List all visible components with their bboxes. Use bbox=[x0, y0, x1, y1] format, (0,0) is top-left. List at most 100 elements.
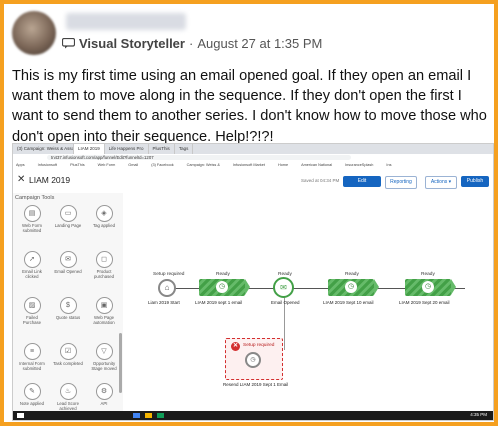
tool-tag-applied[interactable]: ◈ Tag applied bbox=[89, 205, 119, 228]
ready-label: Ready bbox=[345, 272, 359, 277]
tool-web-form[interactable]: ▤ Web Form submitted bbox=[17, 205, 47, 233]
publish-button[interactable]: Publish bbox=[461, 176, 489, 187]
bookmark[interactable]: Apps bbox=[13, 162, 25, 169]
goal-label: Email Opened bbox=[271, 300, 300, 305]
browser-tab[interactable]: PlusThis bbox=[149, 144, 175, 154]
web-page-icon: ▣ bbox=[95, 297, 113, 314]
app-icon[interactable] bbox=[157, 413, 164, 418]
failed-purchase-icon: ▨ bbox=[23, 297, 41, 314]
campaign-canvas[interactable]: Setup required ⌂ Liam 2019 Start Ready ◷… bbox=[123, 193, 493, 411]
tool-email-link[interactable]: ➚ Email Link clicked bbox=[17, 251, 47, 279]
chrome-icon[interactable] bbox=[133, 413, 140, 418]
tool-label: Email Opened bbox=[54, 269, 82, 274]
browser-tab-active[interactable]: LIAM 2019 bbox=[74, 144, 105, 154]
bookmark[interactable]: Home bbox=[275, 162, 288, 169]
connector-line bbox=[284, 290, 285, 350]
clock-icon: ◷ bbox=[245, 352, 261, 368]
campaign-tools-panel: Campaign Tools ▤ Web Form submitted ▭ Land… bbox=[13, 193, 124, 411]
bookmark[interactable]: Ins bbox=[383, 162, 391, 169]
browser-tab[interactable]: Tags bbox=[175, 144, 194, 154]
attached-screenshot[interactable]: (3) Campaign: Weiss & Associ LIAM 2019 L… bbox=[12, 143, 494, 421]
browser-tab[interactable]: Life Happens Pro bbox=[105, 144, 149, 154]
ready-label: Ready bbox=[421, 272, 435, 277]
panel-title: Campaign Tools bbox=[15, 195, 55, 201]
note-icon: ✎ bbox=[23, 383, 41, 400]
tool-quote-status[interactable]: $ Quote status bbox=[53, 297, 83, 320]
speech-bubble-icon bbox=[62, 38, 75, 49]
reporting-button[interactable]: Reporting bbox=[385, 176, 417, 189]
sequence-node-3[interactable]: ◷ bbox=[405, 279, 456, 296]
tool-label: Landing Page bbox=[54, 223, 82, 228]
tool-web-page[interactable]: ▣ Web Page automation bbox=[89, 297, 119, 325]
avatar[interactable] bbox=[12, 11, 56, 55]
error-icon: ✕ bbox=[231, 342, 240, 351]
landing-page-icon: ▭ bbox=[59, 205, 77, 222]
actions-button[interactable]: Actions ▾ bbox=[425, 176, 457, 189]
edit-button[interactable]: Edit bbox=[343, 176, 381, 187]
tool-label: Email Link clicked bbox=[22, 269, 42, 279]
tool-task-completed[interactable]: ☑ Task completed bbox=[53, 343, 83, 366]
setup-required-label: Setup required bbox=[153, 272, 185, 277]
arrow-shape bbox=[245, 279, 250, 295]
tool-note-applied[interactable]: ✎ Note applied bbox=[17, 383, 47, 406]
bookmark[interactable]: Infusionsoft bbox=[35, 162, 57, 169]
bookmark[interactable]: Gmail bbox=[125, 162, 138, 169]
bookmark[interactable]: (3) Facebook bbox=[148, 162, 173, 169]
envelope-icon[interactable]: ✉ bbox=[273, 277, 294, 298]
tool-label: Task completed bbox=[53, 361, 83, 366]
clock-icon: ◷ bbox=[216, 281, 228, 293]
sequence-label-3: LIAM 2019 Sept 20 email bbox=[399, 300, 450, 305]
bookmark[interactable]: InsuranceSplash bbox=[342, 162, 373, 169]
post-body: This is my first time using an email ope… bbox=[12, 68, 487, 145]
tool-label: Opportunity Stage moved bbox=[91, 361, 117, 371]
resend-label: Resend LIAM 2019 Sept 1 Email bbox=[223, 382, 289, 387]
post-timestamp[interactable]: August 27 at 1:35 PM bbox=[197, 36, 322, 51]
url-text[interactable]: tn437.infusionsoft.com/app/funnel/Edit?f… bbox=[47, 155, 351, 160]
bookmark[interactable]: Web Form bbox=[95, 162, 116, 169]
tool-label: Tag applied bbox=[93, 223, 115, 228]
sequence-node-2[interactable]: ◷ bbox=[328, 279, 379, 296]
close-icon[interactable]: ✕ bbox=[17, 174, 25, 185]
dollar-icon: $ bbox=[59, 297, 77, 314]
tool-label: Internal Form submitted bbox=[19, 361, 45, 371]
post-card: Visual Storyteller · August 27 at 1:35 P… bbox=[4, 4, 494, 422]
meta-separator: · bbox=[188, 36, 194, 51]
bookmark[interactable]: American National bbox=[298, 162, 332, 169]
folder-icon[interactable] bbox=[145, 413, 152, 418]
tool-label: Product purchased bbox=[93, 269, 115, 279]
clock-icon: ◷ bbox=[422, 281, 434, 293]
taskbar-clock[interactable]: 4:35 PM bbox=[470, 412, 487, 417]
form-icon: ≡ bbox=[23, 343, 41, 360]
arrow-shape bbox=[374, 279, 379, 295]
tool-api[interactable]: ⚙ API bbox=[89, 383, 119, 406]
tool-label: Web Form submitted bbox=[22, 223, 42, 233]
cart-icon: ◻ bbox=[95, 251, 113, 268]
bookmark[interactable]: Campaign: Weiss & bbox=[184, 162, 220, 169]
tool-internal-form[interactable]: ≡ Internal Form submitted bbox=[17, 343, 47, 371]
tool-email-opened[interactable]: ✉ Email Opened bbox=[53, 251, 83, 274]
clock-icon: ◷ bbox=[345, 281, 357, 293]
tool-failed-purchase[interactable]: ▨ Failed Purchase bbox=[17, 297, 47, 325]
sequence-label-1: LIAM 2019 sept 1 email bbox=[195, 300, 243, 305]
tool-label: Quote status bbox=[55, 315, 81, 320]
panel-scrollbar[interactable] bbox=[119, 333, 122, 393]
campaign-title: LIAM 2019 bbox=[29, 175, 71, 185]
flame-icon: ♨ bbox=[59, 383, 77, 400]
start-label: Liam 2019 Start bbox=[148, 300, 180, 305]
tool-landing-page[interactable]: ▭ Landing Page bbox=[53, 205, 83, 228]
windows-taskbar: 4:35 PM bbox=[13, 411, 493, 420]
tool-product-purchased[interactable]: ◻ Product purchased bbox=[89, 251, 119, 279]
tool-label: Web Page automation bbox=[93, 315, 115, 325]
sequence-node-1[interactable]: ◷ bbox=[199, 279, 250, 296]
tool-label: Note applied bbox=[19, 401, 45, 406]
browser-tab[interactable]: (3) Campaign: Weiss & Associ bbox=[13, 144, 74, 154]
ready-label: Ready bbox=[216, 272, 230, 277]
author-name-redacted[interactable] bbox=[66, 13, 186, 30]
bookmark[interactable]: Infusionsoft Market bbox=[230, 162, 265, 169]
tool-lead-score[interactable]: ♨ Lead Score achieved bbox=[53, 383, 83, 411]
bookmark[interactable]: PlusThis bbox=[67, 162, 85, 169]
tag-icon[interactable]: ⌂ bbox=[158, 279, 176, 297]
tool-opportunity[interactable]: ▽ Opportunity Stage moved bbox=[89, 343, 119, 371]
windows-start-icon[interactable] bbox=[17, 413, 24, 418]
tool-label: Failed Purchase bbox=[22, 315, 42, 325]
